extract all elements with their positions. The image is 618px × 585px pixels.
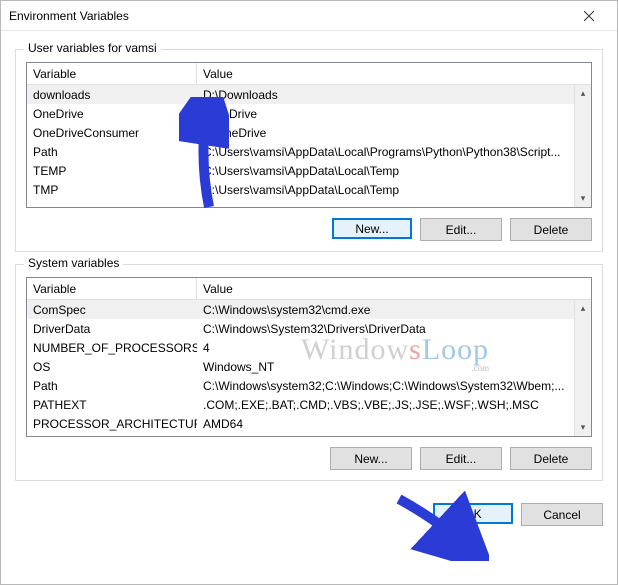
user-variables-list[interactable]: Variable Value downloadsD:\DownloadsOneD… [26,62,592,208]
row-value: AMD64 [197,417,591,431]
system-edit-button[interactable]: Edit... [420,447,502,470]
scroll-down-icon[interactable]: ▾ [575,419,591,436]
row-variable: TEMP [27,164,197,178]
row-value: C:\Windows\system32\cmd.exe [197,303,591,317]
user-buttons-row: New... Edit... Delete [26,218,592,241]
scroll-down-icon[interactable]: ▾ [575,190,591,207]
user-delete-button[interactable]: Delete [510,218,592,241]
window-title: Environment Variables [9,9,569,23]
row-variable: downloads [27,88,197,102]
system-variables-group: System variables Variable Value ComSpecC… [15,264,603,481]
row-variable: OneDrive [27,107,197,121]
table-row[interactable]: OneDriveConsumerF.\OneDrive [27,123,591,142]
system-variables-list[interactable]: Variable Value ComSpecC:\Windows\system3… [26,277,592,437]
scroll-up-icon[interactable]: ▴ [575,300,591,317]
scroll-up-icon[interactable]: ▴ [575,85,591,102]
row-value: Windows_NT [197,360,591,374]
table-row[interactable]: PATHEXT.COM;.EXE;.BAT;.CMD;.VBS;.VBE;.JS… [27,395,591,414]
row-value: C:\Users\vamsi\AppData\Local\Programs\Py… [197,145,591,159]
row-value: .COM;.EXE;.BAT;.CMD;.VBS;.VBE;.JS;.JSE;.… [197,398,591,412]
row-value: C:\Users\vamsi\AppData\Local\Temp [197,183,591,197]
user-list-header: Variable Value [27,63,591,85]
system-rows: ComSpecC:\Windows\system32\cmd.exeDriver… [27,300,591,436]
close-button[interactable] [569,2,609,30]
system-scrollbar[interactable]: ▴ ▾ [574,300,591,436]
user-new-button[interactable]: New... [332,218,412,239]
row-value: 4 [197,341,591,355]
row-variable: Path [27,145,197,159]
user-scrollbar[interactable]: ▴ ▾ [574,85,591,207]
system-variables-legend: System variables [24,256,123,270]
row-variable: ComSpec [27,303,197,317]
user-rows: downloadsD:\DownloadsOneDrive \OneDriveO… [27,85,591,207]
titlebar: Environment Variables [1,1,617,31]
system-list-header: Variable Value [27,278,591,300]
table-row[interactable]: downloadsD:\Downloads [27,85,591,104]
row-value: C:\Windows\system32;C:\Windows;C:\Window… [197,379,591,393]
system-header-value[interactable]: Value [197,278,591,299]
row-variable: Path [27,379,197,393]
user-edit-button[interactable]: Edit... [420,218,502,241]
system-delete-button[interactable]: Delete [510,447,592,470]
system-header-variable[interactable]: Variable [27,278,197,299]
dialog-buttons-row: OK Cancel [1,499,617,538]
user-variables-group: User variables for vamsi Variable Value … [15,49,603,252]
user-variables-legend: User variables for vamsi [24,41,161,55]
user-header-variable[interactable]: Variable [27,63,197,84]
close-icon [584,11,594,21]
ok-button[interactable]: OK [433,503,513,524]
table-row[interactable]: NUMBER_OF_PROCESSORS4 [27,338,591,357]
row-value: \OneDrive [197,107,591,121]
table-row[interactable]: ComSpecC:\Windows\system32\cmd.exe [27,300,591,319]
user-header-value[interactable]: Value [197,63,591,84]
table-row[interactable]: TEMPC:\Users\vamsi\AppData\Local\Temp [27,161,591,180]
row-variable: OS [27,360,197,374]
row-variable: NUMBER_OF_PROCESSORS [27,341,197,355]
row-variable: DriverData [27,322,197,336]
dialog-content: User variables for vamsi Variable Value … [1,31,617,499]
row-variable: TMP [27,183,197,197]
row-value: C:\Windows\System32\Drivers\DriverData [197,322,591,336]
row-variable: PROCESSOR_ARCHITECTURE [27,417,197,431]
table-row[interactable]: PROCESSOR_ARCHITECTUREAMD64 [27,414,591,433]
row-value: D:\Downloads [197,88,591,102]
table-row[interactable]: DriverDataC:\Windows\System32\Drivers\Dr… [27,319,591,338]
system-buttons-row: New... Edit... Delete [26,447,592,470]
row-variable: OneDriveConsumer [27,126,197,140]
row-value: F.\OneDrive [197,126,591,140]
table-row[interactable]: TMPC:\Users\vamsi\AppData\Local\Temp [27,180,591,199]
table-row[interactable]: PathC:\Users\vamsi\AppData\Local\Program… [27,142,591,161]
environment-variables-dialog: Environment Variables User variables for… [0,0,618,585]
cancel-button[interactable]: Cancel [521,503,603,526]
table-row[interactable]: OSWindows_NT [27,357,591,376]
table-row[interactable]: OneDrive \OneDrive [27,104,591,123]
system-new-button[interactable]: New... [330,447,412,470]
table-row[interactable]: PathC:\Windows\system32;C:\Windows;C:\Wi… [27,376,591,395]
row-value: C:\Users\vamsi\AppData\Local\Temp [197,164,591,178]
row-variable: PATHEXT [27,398,197,412]
